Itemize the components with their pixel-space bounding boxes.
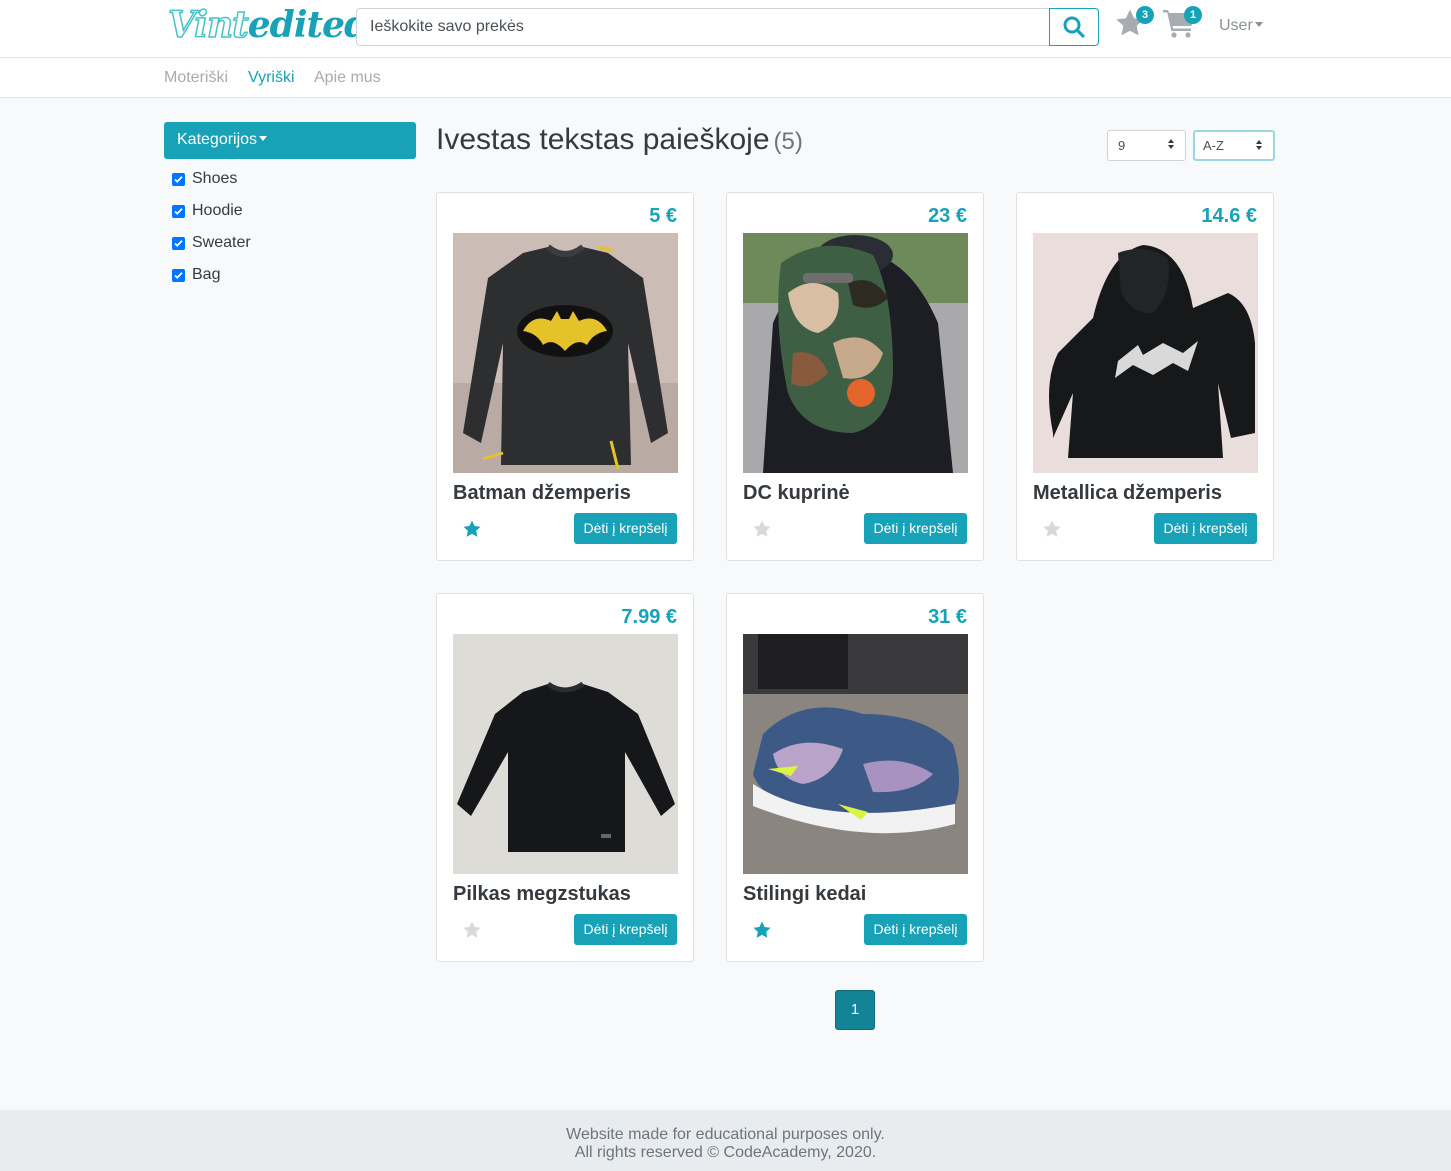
category-item-bag: Bag <box>172 266 220 284</box>
top-header: Vintedited 3 1 User <box>0 0 1451 58</box>
checkmark-icon <box>174 207 183 215</box>
sweater-batman-image <box>453 233 678 473</box>
product-card[interactable]: 5 € Batman džemperis Dėti į krepšelį <box>436 192 694 561</box>
cart-button[interactable]: 1 <box>1162 6 1202 44</box>
favorite-toggle[interactable] <box>1042 519 1062 544</box>
cart-count-badge: 1 <box>1184 6 1202 24</box>
nav-link-about[interactable]: Apie mus <box>314 69 381 87</box>
hoodie-metallica-image <box>1033 233 1258 473</box>
caret-down-icon <box>1254 22 1263 27</box>
add-to-cart-button[interactable]: Dėti į krepšelį <box>864 513 967 544</box>
star-icon <box>753 520 771 537</box>
logo-part-vint: Vint <box>167 3 249 47</box>
footer-disclaimer: Website made for educational purposes on… <box>566 1126 885 1143</box>
category-checkbox[interactable] <box>172 236 185 250</box>
category-checkbox[interactable] <box>172 172 185 186</box>
star-icon <box>463 520 481 537</box>
favorite-toggle[interactable] <box>752 519 772 544</box>
sweater-dark-image <box>453 634 678 874</box>
product-price: 23 € <box>928 205 967 227</box>
search-input[interactable] <box>356 8 1050 46</box>
checkmark-icon <box>174 271 183 279</box>
sneakers-image <box>743 634 968 874</box>
logo-part-edited: edited <box>247 4 369 46</box>
select-arrows-icon <box>1256 140 1263 150</box>
nav-link-womens[interactable]: Moteriški <box>164 69 228 87</box>
backpack-camo-image <box>743 233 968 473</box>
per-page-select[interactable]: 9 <box>1107 130 1186 161</box>
category-label: Bag <box>192 266 221 283</box>
sort-value: A-Z <box>1203 138 1224 153</box>
product-price: 14.6 € <box>1201 205 1257 227</box>
product-name: Metallica džemperis <box>1033 482 1222 504</box>
product-price: 31 € <box>928 606 967 628</box>
favorite-toggle[interactable] <box>462 920 482 945</box>
footer: Website made for educational purposes on… <box>0 1110 1451 1171</box>
caret-down-icon <box>259 136 268 141</box>
category-item-hoodie: Hoodie <box>172 202 243 220</box>
favorites-count-badge: 3 <box>1136 6 1154 24</box>
product-price: 5 € <box>649 205 677 227</box>
favorite-toggle[interactable] <box>752 920 772 945</box>
nav-link-mens[interactable]: Vyriški <box>248 69 295 87</box>
search-bar <box>356 8 1099 46</box>
category-label: Shoes <box>192 170 238 187</box>
product-name: Batman džemperis <box>453 482 631 504</box>
category-label: Sweater <box>192 234 251 251</box>
search-results-title: Ivestas tekstas paieškoje <box>436 123 770 156</box>
star-icon <box>463 921 481 938</box>
add-to-cart-button[interactable]: Dėti į krepšelį <box>574 513 677 544</box>
product-name: Stilingi kedai <box>743 883 867 905</box>
category-nav: Moteriški Vyriški Apie mus <box>0 58 1451 98</box>
checkmark-icon <box>174 175 183 183</box>
results-count: (5) <box>773 128 803 155</box>
product-card[interactable]: 14.6 € Metallica džemperis Dėti į krepše… <box>1016 192 1274 561</box>
star-icon <box>753 921 771 938</box>
category-label: Hoodie <box>192 202 243 219</box>
search-button[interactable] <box>1049 8 1099 46</box>
categories-dropdown-label: Kategorijos <box>177 131 258 148</box>
product-card[interactable]: 31 € Stilingi kedai Dėti į krepšelį <box>726 593 984 962</box>
pagination-page-1[interactable]: 1 <box>835 990 875 1030</box>
category-item-sweater: Sweater <box>172 234 251 252</box>
favorite-toggle[interactable] <box>462 519 482 544</box>
product-name: Pilkas megzstukas <box>453 883 631 905</box>
search-icon <box>1063 16 1085 38</box>
page-title: Ivestas tekstas paieškoje (5) <box>436 123 803 157</box>
categories-dropdown-button[interactable]: Kategorijos <box>164 122 416 159</box>
product-image[interactable] <box>1033 233 1258 473</box>
user-menu[interactable]: User <box>1219 17 1263 35</box>
add-to-cart-button[interactable]: Dėti į krepšelį <box>864 914 967 945</box>
favorites-button[interactable]: 3 <box>1114 6 1154 44</box>
logo[interactable]: Vintedited <box>167 3 369 47</box>
category-checkbox[interactable] <box>172 268 185 282</box>
product-image[interactable] <box>743 233 968 473</box>
add-to-cart-button[interactable]: Dėti į krepšelį <box>574 914 677 945</box>
category-item-shoes: Shoes <box>172 170 237 188</box>
footer-copyright: All rights reserved © CodeAcademy, 2020. <box>574 1144 877 1161</box>
product-price: 7.99 € <box>621 606 677 628</box>
product-image[interactable] <box>743 634 968 874</box>
per-page-value: 9 <box>1118 138 1126 153</box>
product-card[interactable]: 23 € DC kuprinė Dėti į krepšelį <box>726 192 984 561</box>
user-menu-label: User <box>1219 17 1253 34</box>
product-image[interactable] <box>453 233 678 473</box>
checkmark-icon <box>174 239 183 247</box>
product-card[interactable]: 7.99 € Pilkas megzstukas Dėti į krepšelį <box>436 593 694 962</box>
add-to-cart-button[interactable]: Dėti į krepšelį <box>1154 513 1257 544</box>
product-image[interactable] <box>453 634 678 874</box>
star-icon <box>1043 520 1061 537</box>
sort-select[interactable]: A-Z <box>1193 130 1275 161</box>
product-name: DC kuprinė <box>743 482 850 504</box>
select-arrows-icon <box>1168 139 1175 149</box>
category-checkbox[interactable] <box>172 204 185 218</box>
